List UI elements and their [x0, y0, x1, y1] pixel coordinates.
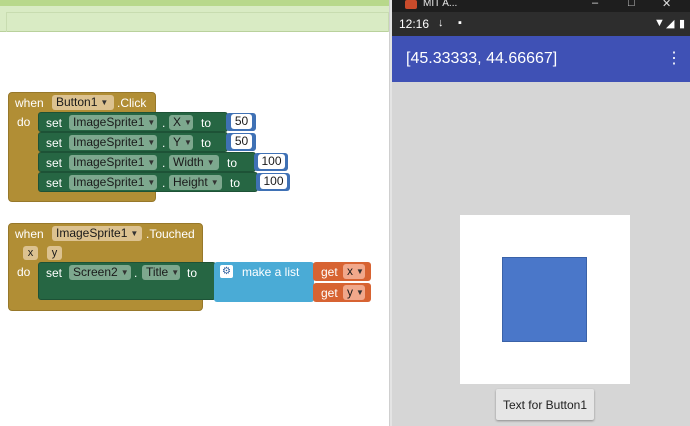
- event-name-label: .Click: [117, 96, 147, 110]
- do-label: do: [17, 265, 31, 279]
- component-dropdown[interactable]: ImageSprite1 ▼: [69, 135, 157, 150]
- workspace-toolbar: [0, 0, 391, 32]
- set-label: set: [46, 136, 63, 150]
- set-sprite-height-block[interactable]: set ImageSprite1 ▼ . Height ▼ to: [38, 172, 258, 192]
- set-sprite-width-block[interactable]: set ImageSprite1 ▼ . Width ▼ to: [38, 152, 256, 172]
- dot-label: .: [162, 136, 166, 150]
- set-label: set: [46, 266, 63, 280]
- screen-title: [45.33333, 44.66667]: [406, 50, 558, 67]
- to-label: to: [201, 116, 212, 130]
- maximize-button[interactable]: □: [628, 0, 635, 9]
- button1[interactable]: Text for Button1: [496, 389, 594, 420]
- window-title: MIT A...: [423, 0, 458, 9]
- android-status-bar: 12:16 ↓ ▪ ▼ ◢ ▮: [392, 12, 690, 36]
- notification-icon: ▪: [458, 17, 462, 29]
- gear-icon[interactable]: ⚙: [220, 265, 233, 278]
- phone-emulator: MIT A... – □ ✕ 12:16 ↓ ▪ ▼ ◢ ▮ [45.33333…: [392, 0, 690, 426]
- image-sprite[interactable]: [502, 257, 587, 342]
- property-dropdown[interactable]: Width ▼: [169, 155, 219, 170]
- make-a-list-label: make a list: [242, 265, 300, 279]
- param-x[interactable]: x: [23, 246, 38, 260]
- event-component-dropdown[interactable]: Button1 ▼: [52, 95, 114, 110]
- number-block-height[interactable]: 100: [256, 173, 290, 191]
- make-a-list-block[interactable]: ⚙ make a list: [214, 262, 314, 302]
- set-label: set: [46, 156, 63, 170]
- to-label: to: [201, 136, 212, 150]
- to-label: to: [187, 266, 198, 280]
- get-label: get: [321, 286, 338, 300]
- event-component-dropdown[interactable]: ImageSprite1 ▼: [52, 226, 142, 241]
- emulator-window-titlebar: MIT A... – □ ✕: [392, 0, 690, 12]
- signal-icon: ◢: [666, 18, 675, 30]
- set-label: set: [46, 176, 63, 190]
- component-dropdown[interactable]: ImageSprite1 ▼: [69, 175, 157, 190]
- get-y-block[interactable]: get y ▼: [313, 283, 371, 302]
- property-dropdown[interactable]: Height ▼: [169, 175, 222, 190]
- battery-icon: ▮: [679, 18, 686, 30]
- canvas[interactable]: [460, 215, 630, 384]
- status-time: 12:16: [399, 17, 430, 31]
- when-label: when: [15, 96, 44, 110]
- wifi-icon: ▼: [654, 17, 665, 29]
- get-label: get: [321, 265, 338, 279]
- close-button[interactable]: ✕: [662, 0, 671, 10]
- number-field[interactable]: 50: [231, 134, 252, 149]
- dot-label: .: [162, 116, 166, 130]
- number-block-width[interactable]: 100: [254, 153, 288, 171]
- app-title-bar: [45.33333, 44.66667] ⋮: [392, 36, 690, 82]
- blocks-workspace[interactable]: when Button1 ▼ .Click do set ImageSprite1…: [0, 0, 391, 426]
- download-icon: ↓: [438, 17, 444, 29]
- do-label: do: [17, 115, 31, 129]
- component-dropdown[interactable]: ImageSprite1 ▼: [69, 115, 157, 130]
- component-dropdown[interactable]: ImageSprite1 ▼: [69, 155, 157, 170]
- variable-dropdown[interactable]: x ▼: [343, 264, 365, 279]
- property-dropdown[interactable]: Title ▼: [142, 265, 180, 280]
- property-dropdown[interactable]: X ▼: [169, 115, 193, 130]
- set-sprite-y-block[interactable]: set ImageSprite1 ▼ . Y ▼ to: [38, 132, 228, 152]
- set-screen-title-block[interactable]: set Screen2 ▼ . Title ▼ to: [38, 262, 216, 300]
- to-label: to: [227, 156, 238, 170]
- dot-label: .: [134, 266, 138, 280]
- number-field[interactable]: 50: [231, 114, 252, 129]
- number-block-y[interactable]: 50: [226, 133, 256, 151]
- number-field[interactable]: 100: [260, 174, 287, 189]
- get-x-block[interactable]: get x ▼: [313, 262, 371, 281]
- app-icon: [405, 0, 417, 9]
- param-y[interactable]: y: [47, 246, 62, 260]
- to-label: to: [230, 176, 241, 190]
- event-name-label: .Touched: [146, 227, 195, 241]
- component-dropdown[interactable]: Screen2 ▼: [69, 265, 131, 280]
- dot-label: .: [162, 176, 166, 190]
- property-dropdown[interactable]: Y ▼: [169, 135, 193, 150]
- overflow-menu-icon[interactable]: ⋮: [666, 48, 682, 68]
- toolbar-frame: [6, 12, 389, 32]
- variable-dropdown[interactable]: y ▼: [343, 285, 365, 300]
- set-sprite-x-block[interactable]: set ImageSprite1 ▼ . X ▼ to: [38, 112, 228, 132]
- number-block-x[interactable]: 50: [226, 113, 256, 131]
- dot-label: .: [162, 156, 166, 170]
- number-field[interactable]: 100: [258, 154, 285, 169]
- minimize-button[interactable]: –: [592, 0, 598, 9]
- set-label: set: [46, 116, 63, 130]
- toolbar-stripe: [0, 0, 391, 6]
- when-label: when: [15, 227, 44, 241]
